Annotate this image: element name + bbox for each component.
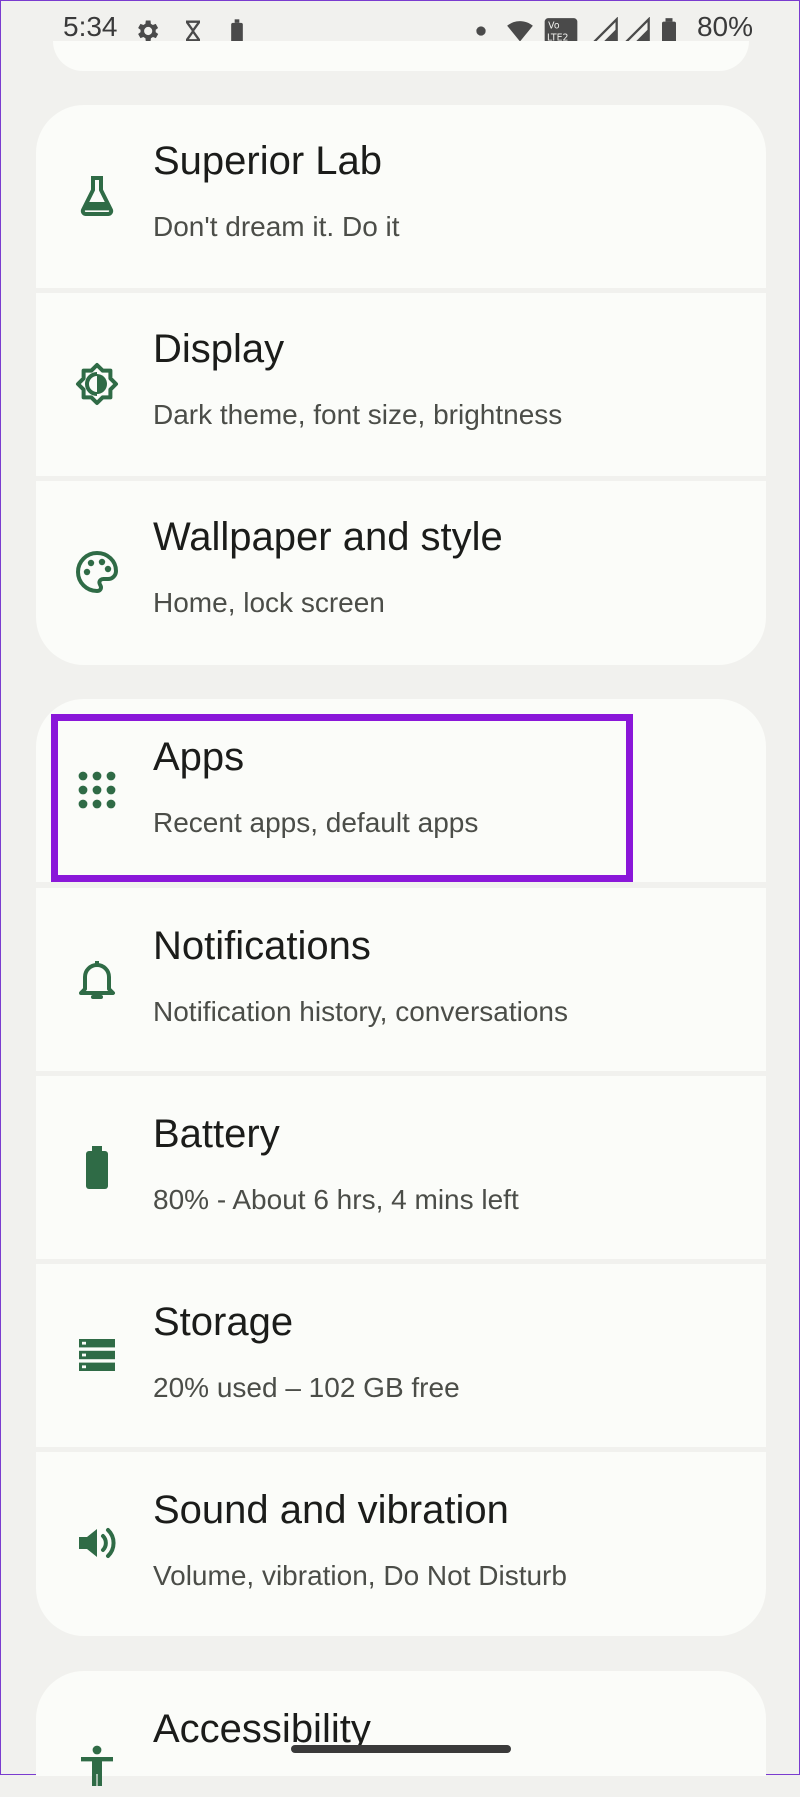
flask-icon	[66, 165, 128, 227]
settings-item-storage[interactable]: Storage 20% used – 102 GB free	[36, 1264, 766, 1447]
settings-item-subtitle: Notification history, conversations	[153, 996, 568, 1027]
settings-item-title: Display	[153, 327, 285, 371]
settings-item-title: Superior Lab	[153, 139, 383, 183]
settings-item-sound[interactable]: Sound and vibration Volume, vibration, D…	[36, 1452, 766, 1636]
home-indicator[interactable]	[291, 1745, 511, 1753]
storage-icon	[66, 1324, 128, 1386]
settings-item-subtitle: 80% - About 6 hrs, 4 mins left	[153, 1184, 519, 1215]
settings-item-accessibility[interactable]: Accessibility	[36, 1671, 766, 1786]
settings-item-title: Storage	[153, 1300, 294, 1344]
settings-item-title: Wallpaper and style	[153, 515, 503, 559]
settings-item-wallpaper[interactable]: Wallpaper and style Home, lock screen	[36, 481, 766, 665]
settings-item-title: Battery	[153, 1112, 280, 1156]
bell-icon	[66, 948, 128, 1010]
status-time: 5:34	[63, 11, 118, 42]
svg-text:Vo: Vo	[548, 21, 560, 32]
settings-item-apps[interactable]: Apps Recent apps, default apps	[36, 699, 766, 882]
accessibility-icon	[66, 1735, 128, 1797]
settings-item-superior-lab[interactable]: Superior Lab Don't dream it. Do it	[36, 105, 766, 288]
battery-icon	[66, 1136, 128, 1198]
settings-item-display[interactable]: Display Dark theme, font size, brightnes…	[36, 293, 766, 476]
brightness-icon	[66, 353, 128, 415]
settings-item-notifications[interactable]: Notifications Notification history, conv…	[36, 888, 766, 1071]
settings-item-subtitle: Don't dream it. Do it	[153, 211, 400, 242]
settings-item-title: Apps	[153, 735, 245, 779]
settings-item-subtitle: 20% used – 102 GB free	[153, 1372, 460, 1403]
palette-icon	[66, 541, 128, 603]
apps-grid-icon	[66, 759, 128, 821]
settings-item-subtitle: Volume, vibration, Do Not Disturb	[153, 1560, 567, 1591]
settings-item-title: Sound and vibration	[153, 1488, 509, 1532]
settings-item-battery[interactable]: Battery 80% - About 6 hrs, 4 mins left	[36, 1076, 766, 1259]
settings-item-subtitle: Home, lock screen	[153, 587, 385, 618]
settings-item-subtitle: Dark theme, font size, brightness	[153, 399, 563, 430]
settings-item-subtitle: Recent apps, default apps	[153, 807, 479, 838]
battery-percentage: 80%	[696, 11, 753, 42]
settings-item-title: Notifications	[153, 924, 371, 968]
previous-card-edge	[53, 41, 749, 71]
speaker-icon	[66, 1512, 128, 1574]
